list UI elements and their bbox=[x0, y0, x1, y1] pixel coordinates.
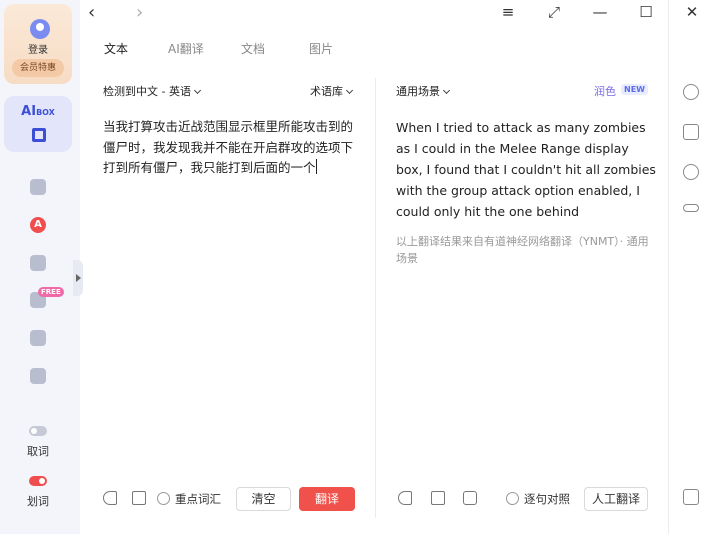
login-card[interactable]: 登录 会员特惠 bbox=[4, 4, 72, 84]
right-rail bbox=[668, 0, 712, 534]
clear-button[interactable]: 清空 bbox=[236, 487, 291, 511]
star-icon[interactable] bbox=[463, 491, 477, 505]
human-translate-button[interactable]: 人工翻译 bbox=[584, 487, 648, 511]
speaker-icon[interactable] bbox=[398, 491, 412, 505]
scene-select-label: 通用场景 bbox=[396, 85, 440, 98]
glossary-select[interactable]: 术语库 bbox=[310, 83, 354, 99]
glossary-label: 术语库 bbox=[310, 85, 343, 98]
login-label[interactable]: 登录 bbox=[4, 41, 72, 56]
menu-icon[interactable]: ≡ bbox=[498, 3, 518, 21]
tab-document[interactable]: 文档 bbox=[241, 40, 265, 57]
a-circle-icon[interactable]: A bbox=[30, 217, 46, 233]
chevron-down-icon bbox=[442, 86, 451, 95]
key-words-label[interactable]: 重点词汇 bbox=[175, 491, 221, 507]
mini-mode-icon[interactable]: ⤢ bbox=[544, 3, 564, 21]
sidebar: 登录 会员特惠 AIBOX A FREE 取词 划词 bbox=[0, 0, 80, 534]
back-arrow-icon[interactable]: ‹ bbox=[88, 2, 95, 23]
settings-slider-icon[interactable] bbox=[683, 204, 699, 212]
pick-word-label: 取词 bbox=[27, 445, 49, 458]
copy-icon[interactable] bbox=[431, 491, 445, 505]
attribution-text: 以上翻译结果来自有道神经网络翻译（YNMT）· 通用场景 bbox=[396, 235, 649, 265]
panel-divider bbox=[375, 78, 376, 518]
vip-offer-button[interactable]: 会员特惠 bbox=[12, 59, 64, 77]
select-word-label: 划词 bbox=[27, 495, 49, 508]
minimize-icon[interactable]: — bbox=[590, 3, 610, 21]
sentence-align-radio[interactable] bbox=[506, 492, 519, 505]
pick-word-toggle[interactable] bbox=[29, 426, 47, 436]
source-text-input[interactable]: 当我打算攻击近战范围显示框里所能攻击到的僵尸时，我发现我并不能在开启群攻的选项下… bbox=[103, 117, 361, 179]
free-badge: FREE bbox=[38, 287, 64, 297]
aibox-label: AIBOX bbox=[4, 104, 72, 119]
aibox-label-main: AI bbox=[21, 104, 37, 119]
translation-output: When I tried to attack as many zombies a… bbox=[396, 120, 656, 219]
edit-icon[interactable] bbox=[30, 368, 46, 384]
chevron-down-icon bbox=[345, 86, 354, 95]
basket-icon[interactable] bbox=[132, 491, 146, 505]
pen-icon[interactable] bbox=[30, 255, 46, 271]
maximize-icon[interactable]: ☐ bbox=[636, 3, 656, 21]
key-words-radio[interactable] bbox=[157, 492, 170, 505]
chevron-down-icon bbox=[193, 86, 202, 95]
search-icon[interactable] bbox=[30, 179, 46, 195]
history-icon[interactable] bbox=[683, 84, 699, 100]
text-caret bbox=[315, 159, 317, 174]
forward-arrow-icon[interactable]: › bbox=[136, 2, 143, 23]
scene-select[interactable]: 通用场景 bbox=[396, 83, 451, 99]
tab-ai-translate[interactable]: AI翻译 bbox=[168, 40, 204, 57]
tab-text[interactable]: 文本 bbox=[104, 40, 128, 57]
translate-button[interactable]: 翻译 bbox=[299, 487, 355, 511]
aibox-button[interactable]: AIBOX bbox=[4, 96, 72, 152]
document-icon[interactable] bbox=[30, 330, 46, 346]
new-badge: NEW bbox=[621, 84, 648, 95]
select-word-toggle[interactable] bbox=[29, 476, 47, 486]
tab-image[interactable]: 图片 bbox=[309, 40, 333, 57]
avatar-icon[interactable] bbox=[30, 19, 50, 39]
speaker-icon[interactable] bbox=[103, 491, 117, 505]
collapse-sidebar-handle[interactable] bbox=[73, 260, 83, 296]
language-select-label: 检测到中文 - 英语 bbox=[103, 85, 191, 98]
headset-icon[interactable] bbox=[683, 164, 699, 180]
polish-button[interactable]: 润色 bbox=[594, 83, 616, 99]
notes-icon[interactable] bbox=[683, 124, 699, 140]
language-select[interactable]: 检测到中文 - 英语 bbox=[103, 83, 202, 99]
crop-icon bbox=[32, 128, 46, 142]
side-panel-icon[interactable] bbox=[683, 489, 699, 505]
sentence-align-label[interactable]: 逐句对照 bbox=[524, 491, 570, 507]
aibox-label-sub: BOX bbox=[36, 108, 55, 117]
